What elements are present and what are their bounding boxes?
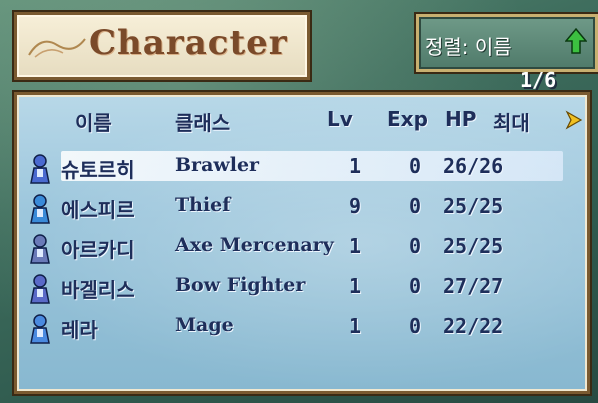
unit-level: 1: [348, 314, 362, 338]
unit-level: 1: [348, 154, 362, 178]
sort-button[interactable]: 정렬: 이름: [416, 14, 598, 72]
header-hp[interactable]: HP: [445, 107, 476, 131]
unit-exp: 0: [408, 274, 422, 298]
unit-hp: 25/25: [443, 234, 504, 258]
unit-row[interactable]: 에스피르 Thief 9 0 25/25: [17, 189, 587, 227]
page-title: Character: [89, 23, 288, 63]
unit-row[interactable]: 레라 Mage 1 0 22/22: [17, 309, 587, 347]
unit-exp: 0: [408, 194, 422, 218]
unit-name: 슈토르히: [61, 158, 135, 182]
header-name[interactable]: 이름: [75, 107, 112, 136]
next-page-arrow-icon[interactable]: [565, 109, 583, 131]
ornament-icon: [28, 38, 86, 58]
unit-sprite-icon: [30, 274, 50, 304]
unit-sprite-icon: [30, 154, 50, 184]
character-screen: Character 정렬: 이름 1/6 이름 클래스 Lv Exp HP 최대…: [0, 0, 598, 403]
unit-row[interactable]: 아르카디 Axe Mercenary 1 0 25/25: [17, 229, 587, 267]
list-header: 이름 클래스 Lv Exp HP 최대: [17, 107, 587, 137]
title-panel: Character: [14, 12, 310, 80]
header-max[interactable]: 최대: [493, 107, 530, 136]
header-class[interactable]: 클래스: [175, 107, 230, 136]
unit-hp: 27/27: [443, 274, 504, 298]
header-lv[interactable]: Lv: [327, 107, 353, 131]
unit-sprite-icon: [30, 234, 50, 264]
unit-sprite-icon: [30, 194, 50, 224]
unit-class: Brawler: [175, 154, 260, 176]
unit-list-panel: 이름 클래스 Lv Exp HP 최대 슈토르히 Brawler 1 0 26/…: [14, 92, 590, 394]
unit-class: Axe Mercenary: [175, 234, 334, 256]
up-arrow-icon: [565, 27, 587, 54]
unit-name: 아르카디: [61, 238, 135, 262]
unit-exp: 0: [408, 154, 422, 178]
unit-name: 레라: [61, 318, 98, 342]
unit-level: 1: [348, 234, 362, 258]
header-exp[interactable]: Exp: [387, 107, 428, 131]
unit-class: Mage: [175, 314, 234, 336]
unit-hp: 25/25: [443, 194, 504, 218]
unit-class: Thief: [175, 194, 231, 216]
unit-row[interactable]: 바겔리스 Bow Fighter 1 0 27/27: [17, 269, 587, 307]
unit-hp: 26/26: [443, 154, 504, 178]
unit-exp: 0: [408, 234, 422, 258]
unit-name: 에스피르: [61, 198, 135, 222]
unit-row[interactable]: 슈토르히 Brawler 1 0 26/26: [17, 149, 587, 187]
unit-hp: 22/22: [443, 314, 504, 338]
unit-exp: 0: [408, 314, 422, 338]
sort-label: 정렬: 이름: [425, 35, 512, 59]
unit-name: 바겔리스: [61, 278, 135, 302]
unit-sprite-icon: [30, 314, 50, 344]
unit-level: 1: [348, 274, 362, 298]
unit-level: 9: [348, 194, 362, 218]
page-indicator: 1/6: [520, 68, 557, 92]
unit-class: Bow Fighter: [175, 274, 306, 296]
